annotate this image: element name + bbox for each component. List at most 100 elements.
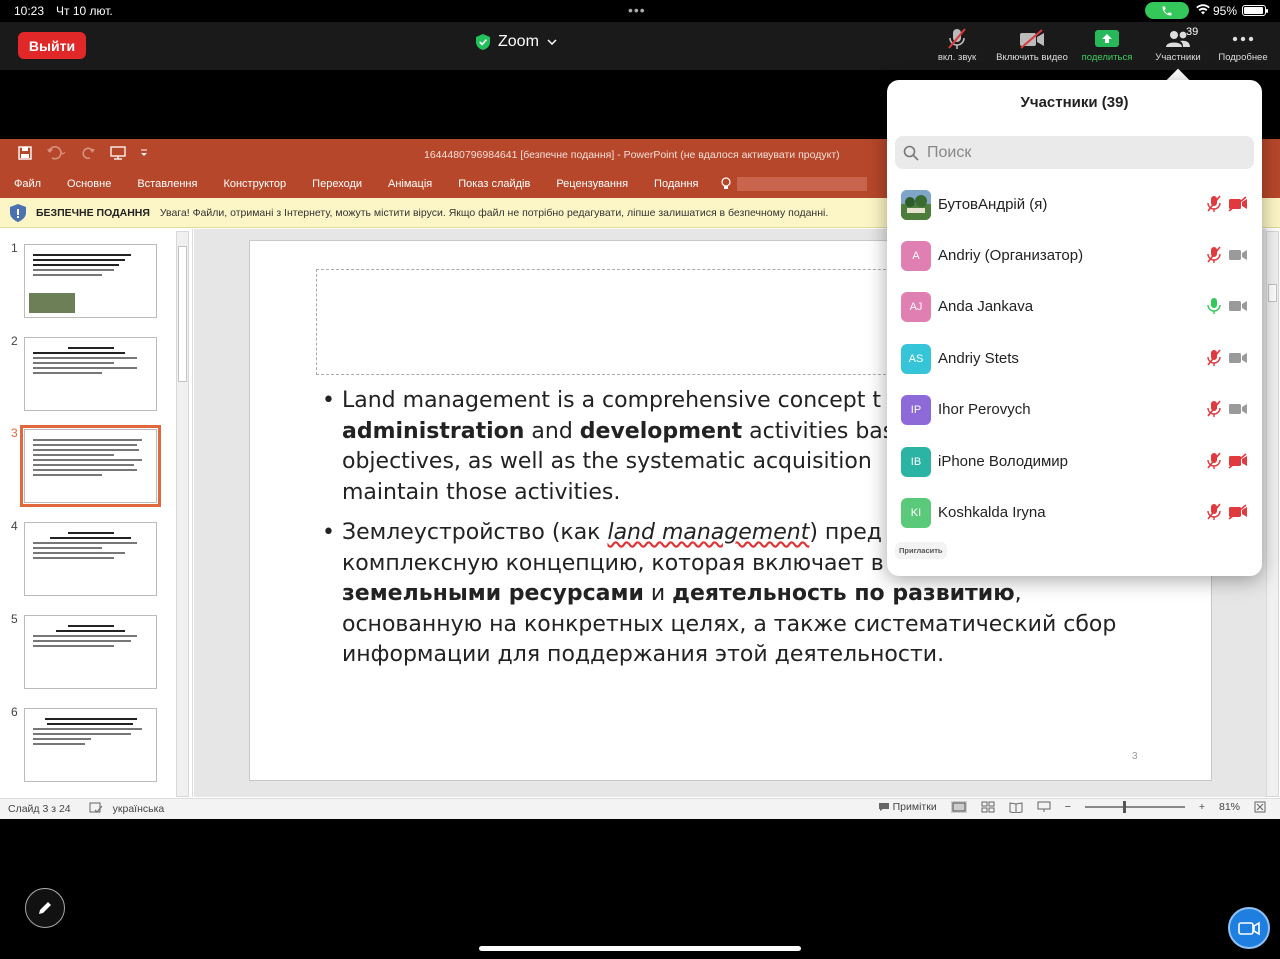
slide-thumbnail-4[interactable]: [24, 522, 157, 596]
leave-button[interactable]: Выйти: [18, 32, 86, 59]
tell-me-search-box[interactable]: [737, 177, 868, 191]
tab-home[interactable]: Основне: [54, 178, 124, 190]
video-thumbnail-button[interactable]: [1228, 907, 1270, 949]
start-video-button[interactable]: Включить видео: [992, 26, 1072, 70]
participant-row[interactable]: IP Ihor Perovych: [887, 384, 1262, 435]
participant-name: БутовАндрій (я): [938, 196, 1048, 213]
participant-row[interactable]: БутовАндрій (я): [887, 179, 1262, 230]
video-on-icon: [1229, 404, 1247, 414]
chevron-down-icon: [547, 39, 557, 45]
mic-muted-icon: [1207, 246, 1221, 263]
zoom-in-button[interactable]: +: [1199, 801, 1205, 813]
mic-muted-icon: [1207, 503, 1221, 520]
slide-thumbnail-3[interactable]: [20, 425, 161, 507]
notes-icon: [878, 803, 889, 811]
spellcheck-icon[interactable]: [89, 802, 103, 817]
lightbulb-icon[interactable]: [719, 177, 733, 191]
mic-muted-icon: [917, 26, 997, 52]
home-indicator[interactable]: [479, 946, 801, 951]
language-indicator[interactable]: українська: [113, 803, 165, 815]
participant-row[interactable]: AJ Anda Jankava: [887, 281, 1262, 332]
zoom-toolbar: Выйти Zoom вкл. звук Включить видео поде…: [0, 22, 1280, 70]
slide-sorter-icon[interactable]: [981, 801, 995, 813]
notes-label: Примітки: [892, 801, 937, 813]
participant-name: Anda Jankava: [938, 298, 1034, 315]
tab-view[interactable]: Подання: [641, 178, 711, 190]
participant-name: Andriy (Организатор): [938, 247, 1084, 264]
more-label: Подробнее: [1218, 52, 1268, 63]
editor-scrollbar[interactable]: [1266, 231, 1279, 797]
more-button[interactable]: Подробнее: [1203, 26, 1280, 70]
redo-icon[interactable]: [82, 146, 96, 160]
title-placeholder[interactable]: [316, 269, 926, 375]
zoom-out-button[interactable]: −: [1065, 801, 1071, 813]
protected-shield-icon: [10, 203, 26, 222]
slide-thumbnail-5[interactable]: [24, 615, 157, 689]
meeting-title[interactable]: Zoom: [476, 31, 557, 53]
participants-count: 39: [1186, 26, 1199, 38]
notes-button[interactable]: Примітки: [878, 801, 937, 813]
customize-toolbar-icon[interactable]: [140, 149, 148, 157]
tab-transitions[interactable]: Переходи: [299, 178, 375, 190]
share-screen-icon: [1067, 26, 1147, 52]
fit-to-window-icon[interactable]: [1254, 801, 1266, 813]
reading-view-icon[interactable]: [1009, 801, 1023, 813]
thumb-number: 2: [11, 334, 18, 348]
participant-row[interactable]: KI Koshkalda Iryna: [887, 487, 1262, 538]
zoom-slider[interactable]: [1084, 801, 1185, 813]
phone-call-icon[interactable]: [1145, 2, 1189, 19]
tab-file[interactable]: Файл: [0, 178, 54, 190]
slide-counter: Слайд 3 з 24: [8, 803, 71, 815]
video-on-icon: [1229, 301, 1247, 311]
invite-button[interactable]: Пригласить: [895, 542, 947, 559]
thumbnail-scrollbar[interactable]: [176, 231, 189, 797]
ios-status-bar: 10:23 Чт 10 лют. ••• 95%: [0, 0, 1280, 22]
undo-icon[interactable]: [46, 146, 68, 160]
slide-thumbnail-pane: 1 2 3 4 5 6: [0, 229, 193, 797]
meeting-title-label: Zoom: [498, 33, 539, 50]
tab-slideshow[interactable]: Показ слайдів: [445, 178, 543, 190]
search-icon: [903, 145, 919, 161]
participants-search[interactable]: [895, 136, 1254, 169]
protected-view-message: Увага! Файли, отримані з Інтернету, можу…: [159, 206, 829, 219]
document-title: 1644480796984641 [безпечне подання] - Po…: [424, 149, 840, 161]
participant-row[interactable]: IB iPhone Володимир: [887, 436, 1262, 487]
share-button[interactable]: поделиться: [1067, 26, 1147, 70]
thumb-number: 3: [11, 426, 18, 440]
slide-thumbnail-1[interactable]: [24, 244, 157, 318]
tab-design[interactable]: Конструктор: [210, 178, 299, 190]
ppt-status-bar: Слайд 3 з 24 українська Примітки − + 81%: [0, 798, 1280, 819]
annotate-button[interactable]: [25, 888, 65, 928]
unmute-label: вкл. звук: [937, 52, 977, 63]
slideshow-view-icon[interactable]: [1037, 801, 1051, 813]
zoom-level[interactable]: 81%: [1219, 801, 1240, 813]
normal-view-icon[interactable]: [950, 801, 967, 813]
thumb-number: 1: [11, 241, 18, 255]
slide-thumbnail-2[interactable]: [24, 337, 157, 411]
avatar: A: [901, 240, 931, 271]
tab-review[interactable]: Рецензування: [543, 178, 641, 190]
unmute-button[interactable]: вкл. звук: [917, 26, 997, 70]
participant-row[interactable]: AS Andriy Stets: [887, 333, 1262, 384]
avatar: IB: [901, 446, 931, 477]
save-icon[interactable]: [18, 146, 32, 160]
slideshow-start-icon[interactable]: [110, 146, 126, 160]
participant-name: iPhone Володимир: [938, 453, 1068, 470]
participant-row[interactable]: A Andriy (Организатор): [887, 230, 1262, 281]
slide-thumbnail-6[interactable]: [24, 708, 157, 782]
date: Чт 10 лют.: [56, 4, 113, 18]
video-off-icon: [1228, 453, 1247, 469]
multitask-dots-icon[interactable]: •••: [628, 2, 646, 18]
tab-animations[interactable]: Анімація: [375, 178, 445, 190]
avatar: KI: [901, 497, 931, 528]
tab-insert[interactable]: Вставлення: [124, 178, 210, 190]
camera-icon: [1238, 921, 1260, 936]
video-off-icon: [1228, 196, 1247, 212]
mic-muted-icon: [1207, 400, 1221, 417]
pencil-icon: [39, 902, 51, 914]
search-input[interactable]: [925, 142, 1225, 163]
mic-active-icon: [1207, 298, 1221, 314]
thumb-number: 4: [11, 519, 18, 533]
avatar: AS: [901, 343, 931, 374]
participant-name: Ihor Perovych: [938, 401, 1031, 418]
